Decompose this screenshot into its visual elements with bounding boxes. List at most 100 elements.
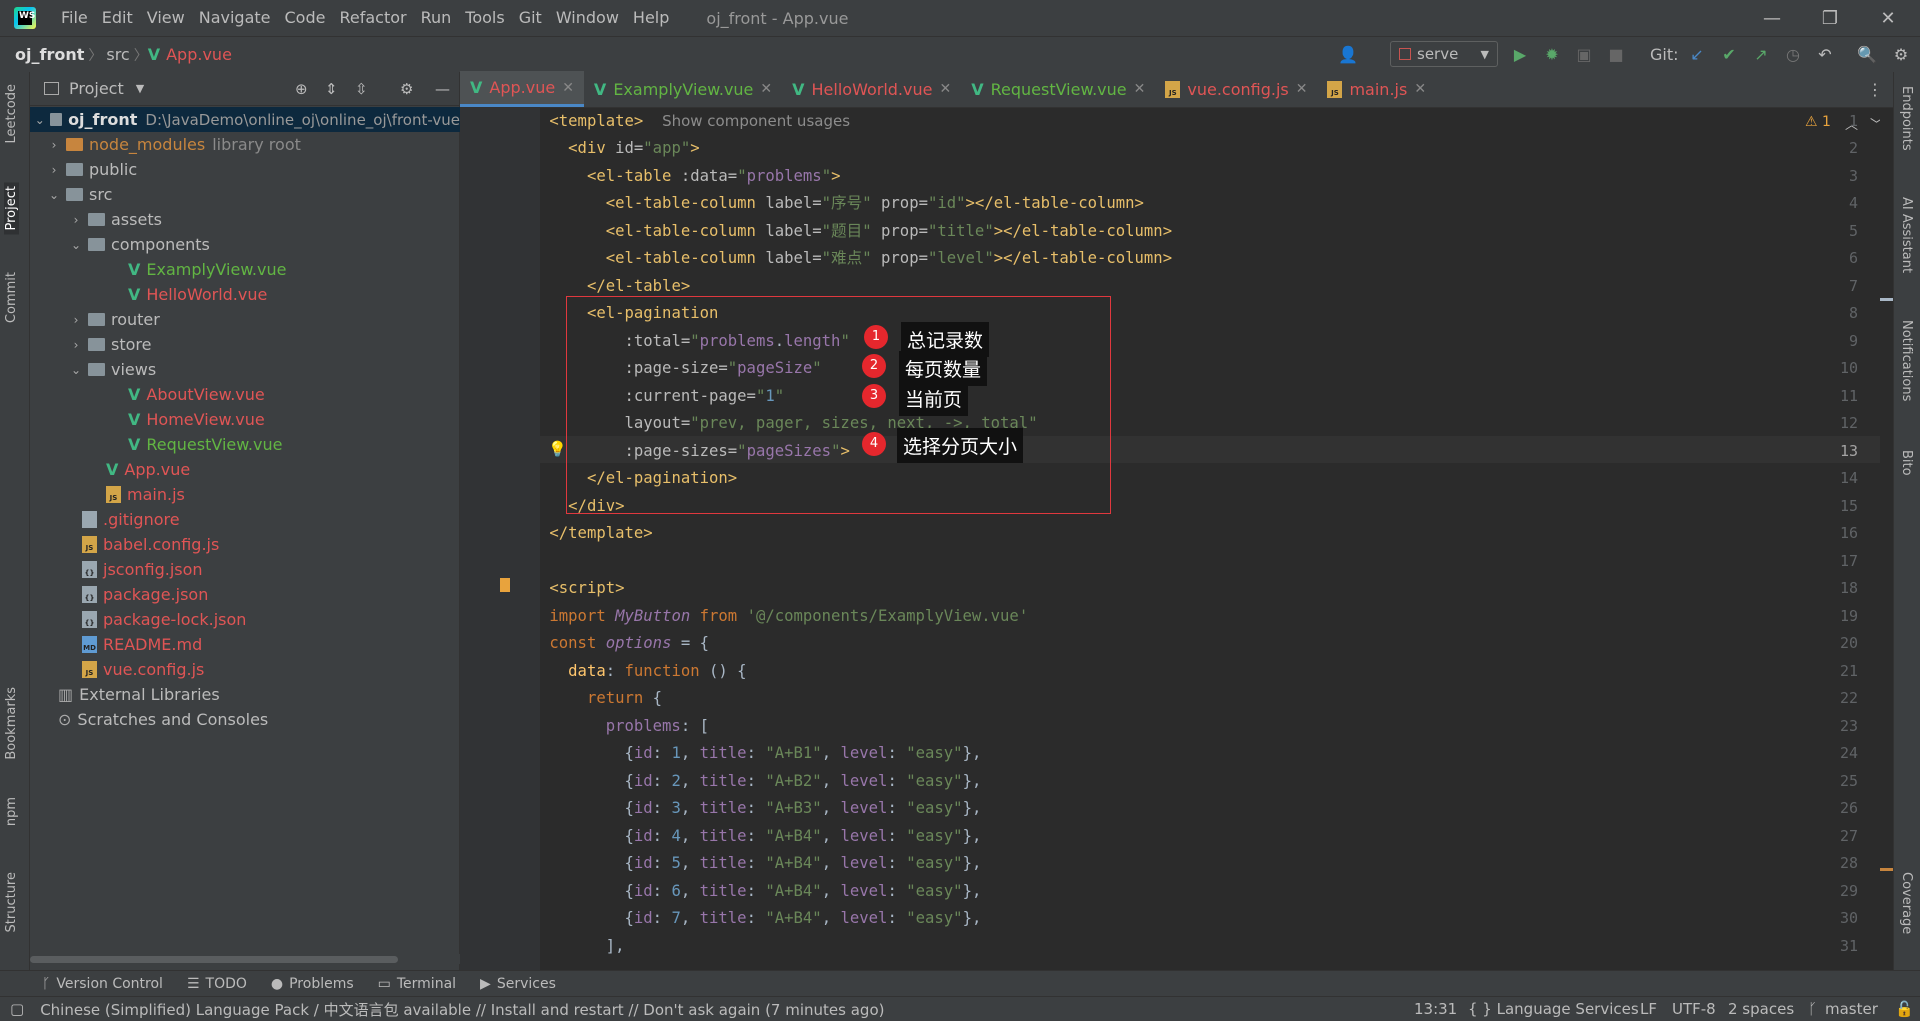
chevron-down-icon[interactable]: ▼ xyxy=(136,82,144,95)
tree-mainjs[interactable]: JS main.js xyxy=(106,482,185,507)
tree-gitignore[interactable]: .gitignore xyxy=(82,507,180,532)
status-message[interactable]: Chinese (Simplified) Language Pack / 中文语… xyxy=(40,999,884,1020)
tool-problems[interactable]: ● Problems xyxy=(259,976,366,992)
close-icon[interactable]: ✕ xyxy=(1296,81,1308,97)
tree-babel[interactable]: JS babel.config.js xyxy=(82,532,219,557)
tree-aboutview[interactable]: V AboutView.vue xyxy=(128,382,265,407)
chevron-down-icon[interactable]: ⌄ xyxy=(46,188,62,202)
bookmark-icon[interactable] xyxy=(500,578,510,592)
rollback-icon[interactable]: ↶ xyxy=(1815,44,1835,64)
run-icon[interactable]: ▶ xyxy=(1510,44,1530,64)
tool-services[interactable]: ▶ Services xyxy=(468,976,568,992)
breadcrumb-folder[interactable]: src xyxy=(102,45,133,64)
tab-structure[interactable]: Structure xyxy=(4,872,19,932)
close-icon[interactable]: ✕ xyxy=(939,81,951,97)
menu-navigate[interactable]: Navigate xyxy=(192,0,278,36)
project-panel-title[interactable]: Project xyxy=(69,79,124,98)
chevron-right-icon[interactable]: › xyxy=(68,313,84,327)
tab-app-vue[interactable]: V App.vue ✕ xyxy=(460,71,584,107)
horizontal-scrollbar[interactable] xyxy=(30,954,460,964)
tree-package[interactable]: {} package.json xyxy=(82,582,208,607)
tree-public[interactable]: › public xyxy=(46,157,138,182)
chevron-down-icon[interactable]: ⌄ xyxy=(68,363,84,377)
close-icon[interactable]: ✕ xyxy=(1134,81,1146,97)
tree-jsconfig[interactable]: {} jsconfig.json xyxy=(82,557,203,582)
close-window-icon[interactable]: ✕ xyxy=(1860,0,1916,36)
menu-file[interactable]: File xyxy=(54,0,95,36)
close-icon[interactable]: ✕ xyxy=(562,80,574,96)
tree-router[interactable]: › router xyxy=(68,307,160,332)
menu-code[interactable]: Code xyxy=(278,0,333,36)
chevron-right-icon[interactable]: › xyxy=(46,163,62,177)
menu-view[interactable]: View xyxy=(140,0,192,36)
tree-src[interactable]: ⌄ src xyxy=(46,182,112,207)
debug-icon[interactable]: ✹ xyxy=(1542,44,1562,64)
git-push-icon[interactable]: ↗ xyxy=(1751,44,1771,64)
tree-store[interactable]: › store xyxy=(68,332,152,357)
git-branch[interactable]: master xyxy=(1825,997,1878,1021)
tab-endpoints[interactable]: Endpoints xyxy=(1899,86,1914,151)
tree-readme[interactable]: MD README.md xyxy=(82,632,202,657)
panel-settings-icon[interactable]: ⚙ xyxy=(400,80,413,98)
locate-file-icon[interactable]: ⊕ xyxy=(295,80,308,98)
coverage-run-icon[interactable]: ▣ xyxy=(1574,44,1594,64)
tab-requestview[interactable]: V RequestView.vue ✕ xyxy=(961,71,1155,107)
user-icon[interactable]: 👤 xyxy=(1338,44,1358,64)
tree-exampleview[interactable]: V ExamplyView.vue xyxy=(128,257,286,282)
run-config-select[interactable]: serve ▼ xyxy=(1390,41,1498,67)
tree-homeview[interactable]: V HomeView.vue xyxy=(128,407,265,432)
menu-edit[interactable]: Edit xyxy=(95,0,140,36)
code-editor[interactable]: ⚠ 1 ︿ ﹀ 1 2 3 4 5 6 7 8 9 10 11 12 13 14… xyxy=(460,108,1893,970)
minimize-icon[interactable]: — xyxy=(1744,0,1800,36)
chevron-right-icon[interactable]: › xyxy=(68,338,84,352)
tab-vueconfig[interactable]: JS vue.config.js ✕ xyxy=(1155,71,1317,107)
tool-version-control[interactable]: ᚴ Version Control xyxy=(30,976,175,992)
chevron-right-icon[interactable]: › xyxy=(68,213,84,227)
tab-bookmarks[interactable]: Bookmarks xyxy=(4,687,19,760)
lock-icon[interactable]: 🔓 xyxy=(1895,997,1914,1021)
breadcrumb-project[interactable]: oj_front xyxy=(11,45,88,64)
search-icon[interactable]: 🔍 xyxy=(1857,44,1877,64)
tree-root-oj-front[interactable]: ⌄ oj_front D:\JavaDemo\online_oj\online_… xyxy=(30,107,460,132)
tab-coverage[interactable]: Coverage xyxy=(1899,872,1914,934)
git-commit-icon[interactable]: ✔ xyxy=(1719,44,1739,64)
tree-appvue[interactable]: V App.vue xyxy=(106,457,190,482)
tab-leetcode[interactable]: Leetcode xyxy=(4,84,19,143)
tool-todo[interactable]: ☰ TODO xyxy=(175,976,259,992)
tree-components[interactable]: ⌄ components xyxy=(68,232,210,257)
tree-views[interactable]: ⌄ views xyxy=(68,357,156,382)
tab-ai-assistant[interactable]: AI Assistant xyxy=(1899,197,1914,273)
tree-node-modules[interactable]: › node_modules library root xyxy=(46,132,301,157)
tree-assets[interactable]: › assets xyxy=(68,207,162,232)
file-encoding[interactable]: UTF-8 xyxy=(1672,997,1716,1021)
component-usages-hint[interactable]: Show component usages xyxy=(662,112,850,130)
menu-help[interactable]: Help xyxy=(626,0,676,36)
webstorm-logo-icon[interactable]: WS xyxy=(14,7,36,29)
tree-vueconfig[interactable]: JS vue.config.js xyxy=(82,657,204,682)
tab-notifications[interactable]: Notifications xyxy=(1899,320,1914,401)
collapse-all-icon[interactable]: ⇳ xyxy=(355,80,368,98)
chevron-down-icon[interactable]: ⌄ xyxy=(34,113,46,127)
tool-terminal[interactable]: ▭ Terminal xyxy=(366,976,468,992)
menu-refactor[interactable]: Refactor xyxy=(332,0,413,36)
git-update-icon[interactable]: ↙ xyxy=(1687,44,1707,64)
tab-npm[interactable]: npm xyxy=(4,797,19,826)
tab-project[interactable]: Project xyxy=(4,182,19,235)
stop-icon[interactable]: ■ xyxy=(1606,44,1626,64)
line-separator[interactable]: LF xyxy=(1640,997,1657,1021)
git-history-icon[interactable]: ◷ xyxy=(1783,44,1803,64)
language-services[interactable]: { } Language Services xyxy=(1468,997,1639,1021)
chevron-down-icon[interactable]: ⌄ xyxy=(68,238,84,252)
menu-run[interactable]: Run xyxy=(414,0,459,36)
tree-helloworld[interactable]: V HelloWorld.vue xyxy=(128,282,267,307)
close-icon[interactable]: ✕ xyxy=(1414,81,1426,97)
tab-commit[interactable]: Commit xyxy=(4,272,19,323)
chevron-right-icon[interactable]: › xyxy=(46,138,62,152)
caret-position[interactable]: 13:31 xyxy=(1414,997,1457,1021)
settings-gear-icon[interactable]: ⚙ xyxy=(1891,44,1911,64)
menu-git[interactable]: Git xyxy=(512,0,549,36)
menu-window[interactable]: Window xyxy=(549,0,626,36)
menu-tools[interactable]: Tools xyxy=(458,0,511,36)
tree-scratches[interactable]: ⊙ Scratches and Consoles xyxy=(58,707,268,732)
indent-setting[interactable]: 2 spaces xyxy=(1728,997,1794,1021)
